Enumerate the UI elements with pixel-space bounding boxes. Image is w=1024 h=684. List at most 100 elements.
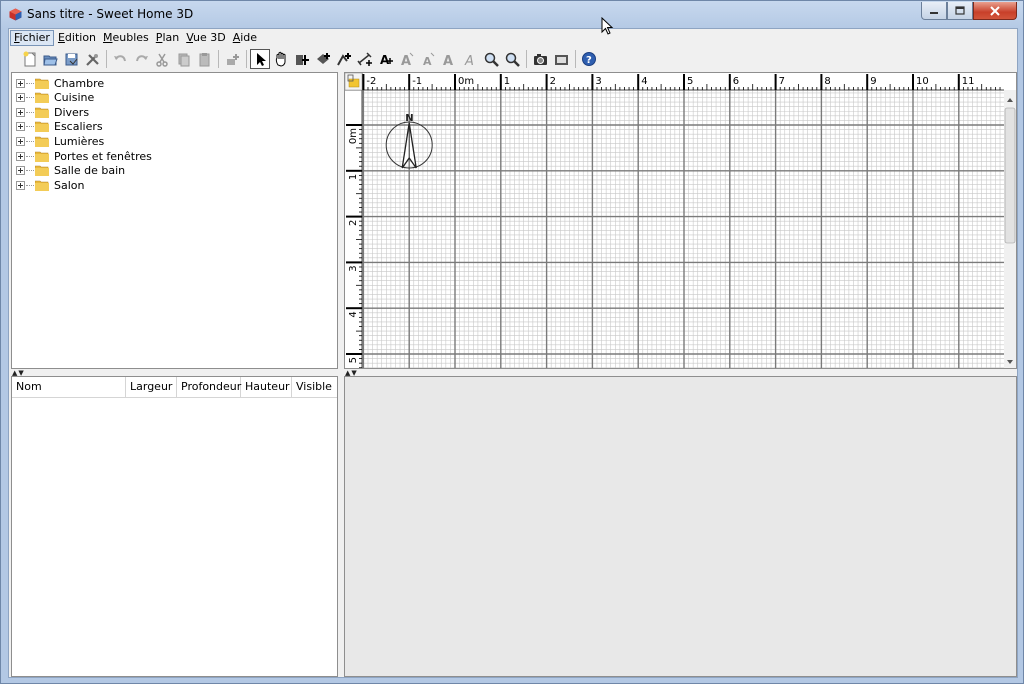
catalog-category-label: Portes et fenêtres [54, 149, 152, 163]
expand-icon[interactable] [16, 93, 25, 103]
catalog-category[interactable]: Salon [16, 178, 84, 192]
folder-icon [35, 165, 49, 177]
catalog-category[interactable]: Divers [16, 105, 89, 119]
catalog-category[interactable]: Chambre [16, 76, 104, 90]
redo-button[interactable] [131, 49, 151, 69]
tree-connector [26, 97, 34, 99]
ruler-label-x: 11 [962, 76, 975, 87]
svg-text:A: A [380, 53, 390, 67]
catalog-category-label: Cuisine [54, 91, 95, 105]
maximize-button[interactable] [947, 2, 973, 20]
new-home-button[interactable] [19, 49, 39, 69]
italic-text-button[interactable]: A [460, 49, 480, 69]
open-icon [43, 55, 58, 66]
save-button[interactable] [61, 49, 81, 69]
tree-connector [26, 155, 34, 157]
create-dimensions-icon [357, 52, 372, 66]
menu-aide[interactable]: Aide [230, 30, 260, 46]
save-icon [65, 53, 78, 66]
copy-button[interactable] [173, 49, 193, 69]
decrease-text-icon: A [423, 52, 435, 67]
zoom-out-button[interactable] [502, 49, 522, 69]
bold-text-button[interactable]: A [439, 49, 459, 69]
create-video-button[interactable] [551, 49, 571, 69]
menu-bar: Fichier Edition Meubles Plan Vue 3D Aide [9, 29, 1017, 47]
close-button[interactable] [973, 2, 1017, 20]
select-mode-button[interactable] [250, 49, 270, 69]
window-title: Sans titre - Sweet Home 3D [27, 7, 194, 21]
add-text-button[interactable]: A [376, 49, 396, 69]
catalog-category[interactable]: Portes et fenêtres [16, 149, 152, 163]
create-walls-icon [296, 55, 309, 65]
column-header-largeur[interactable]: Largeur [126, 377, 177, 397]
column-header-visible[interactable]: Visible [292, 377, 337, 397]
menu-edition[interactable]: Edition [55, 30, 99, 46]
paste-icon [199, 53, 210, 67]
paste-button[interactable] [194, 49, 214, 69]
scrollbar-thumb[interactable] [1004, 107, 1016, 244]
catalog-category[interactable]: Cuisine [16, 91, 94, 105]
3d-view[interactable] [344, 376, 1017, 677]
title-bar[interactable]: Sans titre - Sweet Home 3D [1, 1, 1023, 27]
ruler-label-x: 7 [779, 76, 785, 87]
expand-icon[interactable] [16, 78, 25, 88]
undo-button[interactable] [110, 49, 130, 69]
column-header-hauteur[interactable]: Hauteur [241, 377, 292, 397]
sweet-home-3d-app-icon[interactable] [9, 8, 22, 21]
tree-connector [26, 170, 34, 172]
create-rooms-icon [317, 53, 330, 64]
create-polylines-button[interactable] [334, 49, 354, 69]
increase-text-button[interactable]: A [397, 49, 417, 69]
ruler-label-x: 8 [824, 76, 830, 87]
plan-lock-icon[interactable] [348, 78, 360, 88]
plan-canvas[interactable]: -2 -1 0m 1 2 3 4 5 6 7 8 9 10 11 0m 1 2 3 4 5 N [345, 73, 1016, 368]
minimize-button[interactable] [921, 2, 947, 20]
decrease-text-button[interactable]: A [418, 49, 438, 69]
expand-icon[interactable] [16, 180, 25, 190]
folder-icon [35, 107, 49, 118]
open-button[interactable] [40, 49, 60, 69]
tree-connector [26, 140, 34, 142]
column-header-profondeur[interactable]: Profondeur [177, 377, 241, 397]
create-dimensions-button[interactable] [355, 49, 375, 69]
menu-vue-3d[interactable]: Vue 3D [183, 30, 229, 46]
expand-icon[interactable] [16, 122, 25, 132]
tree-connector [26, 184, 34, 186]
folder-icon [35, 151, 49, 162]
expand-icon[interactable] [16, 166, 25, 176]
folder-icon [35, 121, 49, 133]
ruler-label-x: 10 [916, 76, 929, 87]
menu-plan[interactable]: Plan [153, 30, 182, 46]
help-icon: ? [582, 52, 596, 66]
expand-icon[interactable] [16, 151, 25, 161]
svg-text:A: A [464, 54, 474, 67]
ruler-label-x: 2 [550, 76, 556, 87]
catalog-category[interactable]: Lumières [16, 134, 104, 148]
ruler-label-x: 3 [595, 76, 601, 87]
ruler-label-y: 5 [348, 357, 359, 363]
add-furniture-button[interactable] [222, 49, 242, 69]
svg-text:A: A [423, 55, 432, 67]
preferences-button[interactable] [82, 49, 102, 69]
plan-view[interactable]: -2 -1 0m 1 2 3 4 5 6 7 8 9 10 11 0m 1 2 3 4 5 N [344, 72, 1017, 369]
zoom-in-button[interactable] [481, 49, 501, 69]
create-photo-button[interactable] [530, 49, 550, 69]
create-walls-button[interactable] [292, 49, 312, 69]
furniture-catalog-tree[interactable]: Chambre Cuisine Divers Escaliers Lumières Por… [11, 72, 338, 369]
expand-icon[interactable] [16, 136, 25, 146]
catalog-category[interactable]: Salle de bain [16, 164, 125, 178]
furniture-list[interactable]: Nom Largeur Profondeur Hauteur Visible [11, 376, 338, 677]
cut-button[interactable] [152, 49, 172, 69]
expand-icon[interactable] [16, 107, 25, 117]
zoom-in-icon [484, 52, 499, 67]
catalog-category[interactable]: Escaliers [16, 120, 103, 134]
menu-meubles[interactable]: Meubles [100, 30, 152, 46]
pan-mode-button[interactable] [271, 49, 291, 69]
menu-fichier[interactable]: Fichier [10, 30, 54, 46]
window-controls [921, 2, 1017, 20]
column-header-nom[interactable]: Nom [12, 377, 126, 397]
toolbar-separator [575, 50, 576, 68]
help-button[interactable]: ? [579, 49, 599, 69]
tree-connector [26, 82, 34, 84]
create-rooms-button[interactable] [313, 49, 333, 69]
